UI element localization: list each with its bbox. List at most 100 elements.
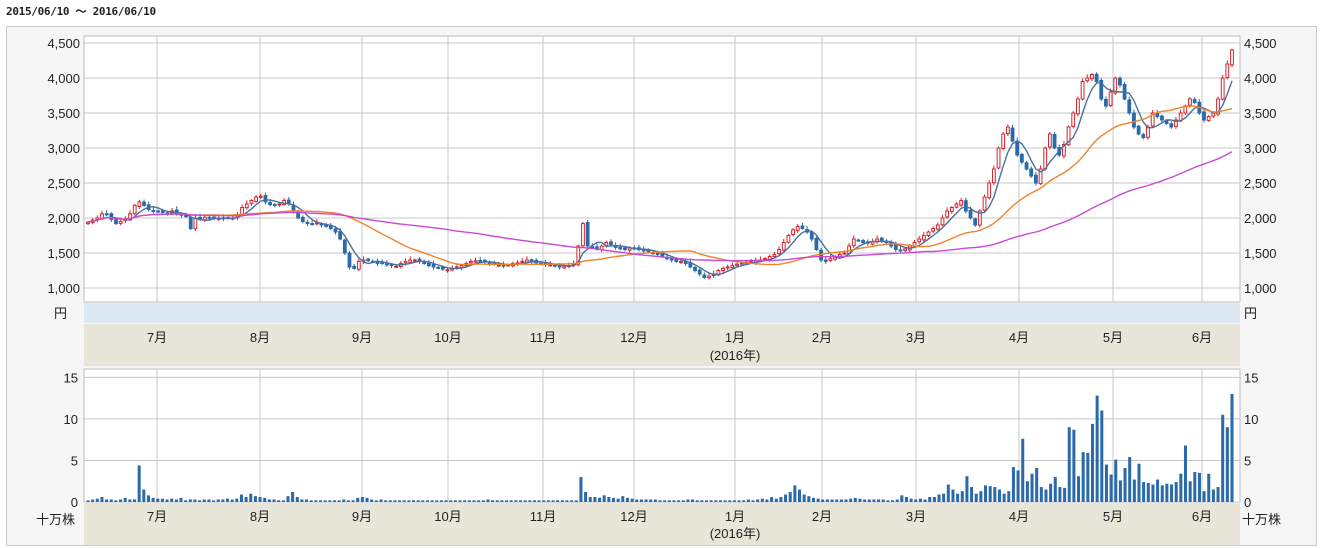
volume-bar xyxy=(1216,487,1220,502)
candle-body xyxy=(739,262,744,265)
volume-bar xyxy=(988,486,992,502)
volume-bar xyxy=(1090,423,1094,502)
volume-bar xyxy=(1132,479,1136,502)
candle-body xyxy=(1118,77,1122,86)
candle-body xyxy=(893,244,898,250)
price-x-tick: 5月 xyxy=(1103,330,1123,345)
volume-bar xyxy=(123,497,127,502)
candle-body xyxy=(366,258,371,262)
volume-bar xyxy=(128,499,132,502)
volume-bar xyxy=(1025,481,1029,502)
volume-bar xyxy=(802,494,806,502)
candle-body xyxy=(1164,120,1169,125)
candle-body xyxy=(142,201,146,206)
candle-body xyxy=(1052,133,1057,149)
volume-bar xyxy=(86,500,90,502)
volume-bar xyxy=(737,500,741,502)
volume-unit-left: 十万株 xyxy=(36,512,75,527)
volume-bar xyxy=(765,499,769,502)
price-y-tick-right: 2,000 xyxy=(1244,211,1277,226)
candle-body xyxy=(1029,168,1034,177)
candle-body xyxy=(473,260,478,263)
volume-bar xyxy=(291,492,295,502)
volume-bar xyxy=(993,487,997,502)
candle-body xyxy=(786,235,791,243)
candle-body xyxy=(991,168,996,184)
volume-y-tick-right: 10 xyxy=(1244,412,1258,427)
price-y-tick-right: 4,500 xyxy=(1244,36,1277,51)
candle-body xyxy=(300,216,305,222)
price-y-tick-left: 4,500 xyxy=(47,36,80,51)
volume-bar xyxy=(379,499,383,502)
volume-bar xyxy=(900,495,904,502)
volume-bar xyxy=(611,497,616,502)
volume-bar xyxy=(439,500,443,502)
volume-y-tick-left: 5 xyxy=(71,453,78,468)
volume-bar xyxy=(319,500,323,502)
price-x-tick: 6月 xyxy=(1192,330,1212,345)
volume-bar xyxy=(770,497,774,502)
volume-bar xyxy=(300,499,304,502)
candle-body xyxy=(679,260,683,263)
candle-body xyxy=(996,147,1001,169)
volume-bar xyxy=(877,499,881,502)
volume-bar xyxy=(960,491,964,502)
volume-bar xyxy=(384,500,388,502)
candle-body xyxy=(193,217,198,230)
volume-bar xyxy=(1035,467,1039,502)
candle-body xyxy=(791,229,795,235)
candle-body xyxy=(963,200,968,212)
volume-bar xyxy=(793,485,797,502)
candle-body xyxy=(520,260,525,263)
volume-bar xyxy=(1044,489,1048,502)
volume-unit-right: 十万株 xyxy=(1242,512,1281,527)
price-y-tick-left: 2,000 xyxy=(47,211,80,226)
volume-bar xyxy=(635,499,639,502)
candle-body xyxy=(244,203,249,209)
volume-bar xyxy=(974,493,978,502)
volume-y-tick-right: 15 xyxy=(1244,370,1258,385)
volume-bar xyxy=(337,500,341,502)
volume-bar xyxy=(1137,463,1141,502)
candle-body xyxy=(968,209,973,219)
volume-bar xyxy=(598,497,602,502)
candle-body xyxy=(618,246,623,250)
price-plot-area xyxy=(83,35,1241,303)
volume-bar xyxy=(119,499,123,502)
volume-bar xyxy=(853,497,857,502)
volume-bar xyxy=(937,494,941,502)
volume-bar xyxy=(881,499,885,502)
volume-x-tick: 4月 xyxy=(1009,509,1029,524)
price-x-tick: 11月 xyxy=(530,330,557,345)
volume-bar xyxy=(328,500,332,502)
candle-body xyxy=(949,207,954,212)
volume-bar xyxy=(1123,467,1127,502)
candle-body xyxy=(342,239,347,254)
price-y-tick-right: 3,500 xyxy=(1244,106,1277,121)
candle-body xyxy=(501,264,506,267)
candle-body xyxy=(973,218,978,226)
volume-bar xyxy=(667,500,671,502)
volume-bar xyxy=(616,498,620,502)
volume-bar xyxy=(811,497,815,502)
volume-bar xyxy=(253,496,257,502)
volume-bar xyxy=(351,500,355,502)
volume-bar xyxy=(449,500,453,502)
volume-y-tick-right: 0 xyxy=(1244,495,1251,510)
price-x-tick: 10月 xyxy=(434,330,461,345)
volume-bar xyxy=(956,493,960,502)
volume-bar xyxy=(965,476,969,502)
volume-bar xyxy=(453,500,457,502)
volume-bar xyxy=(1165,483,1169,502)
volume-bar xyxy=(370,499,374,502)
volume-bar xyxy=(467,500,471,502)
candle-body xyxy=(917,238,922,243)
volume-bar xyxy=(226,498,230,502)
volume-bar xyxy=(784,494,788,502)
volume-bar xyxy=(1170,484,1174,502)
candle-body xyxy=(160,210,165,213)
candle-body xyxy=(777,249,781,255)
price-x-tick: 2月 xyxy=(812,330,832,345)
volume-bar xyxy=(1100,410,1104,502)
volume-bar xyxy=(1160,485,1164,502)
